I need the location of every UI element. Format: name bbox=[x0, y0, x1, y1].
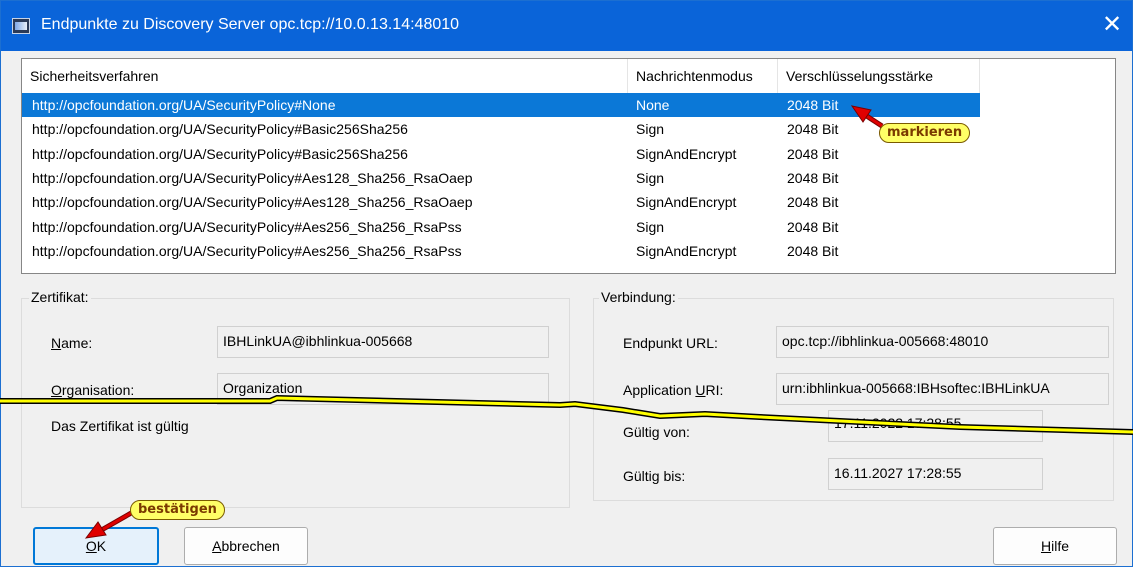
certificate-organisation-label: Organisation: bbox=[51, 382, 135, 398]
valid-from-label: Gültig von: bbox=[623, 424, 690, 440]
application-uri-label: Application URI: bbox=[623, 382, 724, 398]
valid-to-field[interactable]: 16.11.2027 17:28:55 bbox=[828, 458, 1043, 490]
connection-group-label: Verbindung: bbox=[599, 289, 678, 305]
column-header-key-strength[interactable]: Verschlüsselungsstärke bbox=[778, 59, 980, 93]
certificate-name-label: Name: bbox=[51, 335, 93, 351]
table-row[interactable]: http://opcfoundation.org/UA/SecurityPoli… bbox=[22, 239, 980, 263]
column-header-security-policy[interactable]: Sicherheitsverfahren bbox=[22, 59, 628, 93]
table-row[interactable]: http://opcfoundation.org/UA/SecurityPoli… bbox=[22, 142, 980, 166]
security-policy-cell: http://opcfoundation.org/UA/SecurityPoli… bbox=[32, 121, 408, 138]
button-bar bbox=[1, 513, 1132, 566]
valid-from-field[interactable]: 17.11.2022 17:28:55 bbox=[828, 410, 1043, 442]
message-mode-cell: SignAndEncrypt bbox=[636, 145, 737, 162]
security-policy-cell: http://opcfoundation.org/UA/SecurityPoli… bbox=[32, 242, 462, 259]
message-mode-cell: SignAndEncrypt bbox=[636, 194, 737, 211]
message-mode-cell: None bbox=[636, 97, 670, 113]
key-strength-cell: 2048 Bit bbox=[787, 218, 839, 235]
key-strength-cell: 2048 Bit bbox=[787, 169, 839, 186]
app-icon bbox=[12, 18, 30, 34]
list-header: Sicherheitsverfahren Nachrichtenmodus Ve… bbox=[22, 59, 1115, 93]
message-mode-cell: Sign bbox=[636, 218, 665, 235]
application-uri-field[interactable]: urn:ibhlinkua-005668:IBHsoftec:IBHLinkUA bbox=[776, 373, 1109, 405]
key-strength-cell: 2048 Bit bbox=[787, 97, 839, 113]
table-row[interactable]: http://opcfoundation.org/UA/SecurityPoli… bbox=[22, 215, 980, 239]
table-row[interactable]: http://opcfoundation.org/UA/SecurityPoli… bbox=[22, 166, 980, 190]
message-mode-cell: SignAndEncrypt bbox=[636, 242, 737, 259]
cancel-button[interactable]: Abbrechen bbox=[184, 527, 308, 565]
key-strength-cell: 2048 Bit bbox=[787, 194, 839, 211]
endpoint-url-field[interactable]: opc.tcp://ibhlinkua-005668:48010 bbox=[776, 326, 1109, 358]
table-row[interactable]: http://opcfoundation.org/UA/SecurityPoli… bbox=[22, 117, 980, 141]
table-row[interactable]: http://opcfoundation.org/UA/SecurityPoli… bbox=[22, 93, 980, 117]
endpoints-list[interactable]: Sicherheitsverfahren Nachrichtenmodus Ve… bbox=[21, 58, 1116, 274]
certificate-group-label: Zertifikat: bbox=[29, 289, 91, 305]
certificate-organisation-field[interactable]: Organization bbox=[217, 373, 549, 405]
window-title: Endpunkte zu Discovery Server opc.tcp://… bbox=[41, 16, 460, 33]
certificate-status-text: Das Zertifikat ist gültig bbox=[51, 418, 189, 434]
ok-button[interactable]: OK bbox=[33, 527, 159, 565]
key-strength-cell: 2048 Bit bbox=[787, 145, 839, 162]
valid-to-label: Gültig bis: bbox=[623, 468, 686, 484]
callout-markieren: markieren bbox=[879, 123, 971, 143]
title-bar[interactable]: Endpunkte zu Discovery Server opc.tcp://… bbox=[1, 1, 1132, 51]
security-policy-cell: http://opcfoundation.org/UA/SecurityPoli… bbox=[32, 97, 336, 113]
key-strength-cell: 2048 Bit bbox=[787, 242, 839, 259]
key-strength-cell: 2048 Bit bbox=[787, 121, 839, 138]
security-policy-cell: http://opcfoundation.org/UA/SecurityPoli… bbox=[32, 218, 462, 235]
column-header-message-mode[interactable]: Nachrichtenmodus bbox=[628, 59, 778, 93]
help-button[interactable]: Hilfe bbox=[993, 527, 1117, 565]
callout-bestaetigen: bestätigen bbox=[130, 500, 225, 520]
dialog-window: Endpunkte zu Discovery Server opc.tcp://… bbox=[0, 0, 1133, 567]
security-policy-cell: http://opcfoundation.org/UA/SecurityPoli… bbox=[32, 194, 473, 211]
message-mode-cell: Sign bbox=[636, 121, 665, 138]
endpoint-url-label: Endpunkt URL: bbox=[623, 335, 718, 351]
close-icon[interactable]: ✕ bbox=[1100, 11, 1124, 39]
message-mode-cell: Sign bbox=[636, 169, 665, 186]
security-policy-cell: http://opcfoundation.org/UA/SecurityPoli… bbox=[32, 169, 473, 186]
table-row[interactable]: http://opcfoundation.org/UA/SecurityPoli… bbox=[22, 190, 980, 214]
security-policy-cell: http://opcfoundation.org/UA/SecurityPoli… bbox=[32, 145, 408, 162]
certificate-name-field[interactable]: IBHLinkUA@ibhlinkua-005668 bbox=[217, 326, 549, 358]
